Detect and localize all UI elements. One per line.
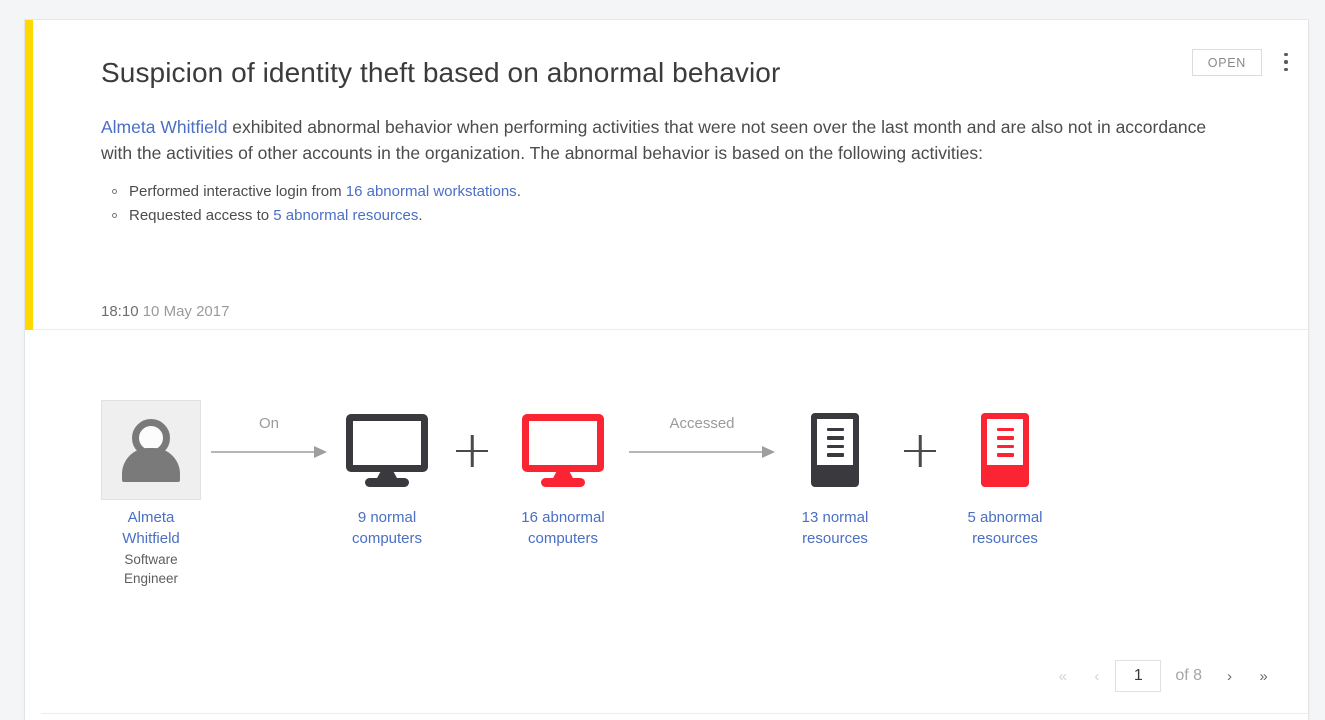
activity-list: Performed interactive login from 16 abno… <box>101 180 1216 228</box>
normal-resources-label-line2[interactable]: resources <box>802 528 868 549</box>
diagram-node-normal-resources[interactable]: 13 normal resources <box>781 399 889 549</box>
diagram-node-normal-computers[interactable]: 9 normal computers <box>333 399 441 549</box>
normal-computers-label-line1[interactable]: 9 normal <box>358 507 416 528</box>
resource-panel <box>817 419 853 465</box>
resource-line <box>827 445 844 449</box>
monitor-base <box>541 478 585 487</box>
connector-accessed-label: Accessed <box>623 415 781 432</box>
abnormal-computers-label-line2[interactable]: computers <box>528 528 598 549</box>
arrow-right-icon <box>629 451 763 453</box>
abnormal-computers-label-line1[interactable]: 16 abnormal <box>521 507 604 528</box>
user-role-label: Software Engineer <box>97 550 205 588</box>
arrow-right-icon <box>211 451 315 453</box>
pagination-page-input[interactable] <box>1115 660 1161 692</box>
diagram-node-abnormal-computers[interactable]: 16 abnormal computers <box>503 399 623 549</box>
kebab-dot <box>1284 60 1288 64</box>
activity-prefix: Requested access to <box>129 207 273 224</box>
pagination: « ‹ of 8 › » <box>1047 660 1278 692</box>
diagram-node-abnormal-resources[interactable]: 5 abnormal resources <box>951 399 1059 549</box>
resource-icon <box>981 413 1029 487</box>
resource-line <box>827 436 844 440</box>
connector-accessed: Accessed <box>623 399 781 501</box>
resource-line <box>997 428 1014 432</box>
normal-resource-graphic <box>811 399 859 501</box>
abnormal-resources-label-line2[interactable]: resources <box>972 528 1038 549</box>
user-name-label[interactable]: Almeta Whitfield <box>97 507 205 549</box>
plus-icon-2 <box>889 399 951 501</box>
connector-on-label: On <box>205 415 333 432</box>
bottom-divider <box>41 713 1308 714</box>
activity-flow: Almeta Whitfield Software Engineer On <box>97 399 1059 588</box>
abnormal-computer-graphic <box>522 399 604 501</box>
resource-line <box>827 428 844 432</box>
diagram-node-user[interactable]: Almeta Whitfield Software Engineer <box>97 399 205 588</box>
header-actions: OPEN <box>1192 48 1296 76</box>
abnormal-resources-label-line1[interactable]: 5 abnormal <box>967 507 1042 528</box>
user-link[interactable]: Almeta Whitfield <box>101 117 227 137</box>
kebab-dot <box>1284 68 1288 72</box>
pagination-next-button[interactable]: › <box>1214 661 1244 691</box>
user-graphic <box>101 399 201 501</box>
activity-suffix: . <box>418 207 422 224</box>
normal-computers-label-line2[interactable]: computers <box>352 528 422 549</box>
resource-icon <box>811 413 859 487</box>
connector-on: On <box>205 399 333 501</box>
resource-panel <box>987 419 1023 465</box>
alert-description-text: exhibited abnormal behavior when perform… <box>101 117 1206 163</box>
timestamp-date: 10 May 2017 <box>143 303 230 320</box>
monitor-icon <box>522 414 604 486</box>
list-item: Requested access to 5 abnormal resources… <box>129 204 1216 228</box>
user-avatar-icon <box>101 400 201 500</box>
monitor-icon <box>346 414 428 486</box>
status-badge[interactable]: OPEN <box>1192 49 1262 76</box>
list-item: Performed interactive login from 16 abno… <box>129 180 1216 204</box>
arrow-head <box>314 446 327 458</box>
severity-accent-bar <box>25 20 33 330</box>
monitor-screen <box>522 414 604 472</box>
plus-icon-1 <box>441 399 503 501</box>
resource-line <box>997 436 1014 440</box>
pagination-first-button[interactable]: « <box>1047 661 1077 691</box>
avatar-body <box>122 448 180 482</box>
abnormal-resources-link[interactable]: 5 abnormal resources <box>273 207 418 224</box>
alert-card: Suspicion of identity theft based on abn… <box>25 20 1308 720</box>
monitor-base <box>365 478 409 487</box>
alert-description: Almeta Whitfield exhibited abnormal beha… <box>101 114 1216 166</box>
alert-timestamp: 18:10 10 May 2017 <box>101 303 229 320</box>
normal-computer-graphic <box>346 399 428 501</box>
activity-prefix: Performed interactive login from <box>129 183 346 200</box>
alert-header-section: Suspicion of identity theft based on abn… <box>33 20 1308 330</box>
page-title: Suspicion of identity theft based on abn… <box>101 53 1288 93</box>
pagination-total-label: of 8 <box>1165 667 1210 685</box>
activity-suffix: . <box>517 183 521 200</box>
kebab-menu-icon[interactable] <box>1276 48 1296 76</box>
monitor-screen <box>346 414 428 472</box>
alert-body: Almeta Whitfield exhibited abnormal beha… <box>101 114 1216 228</box>
timestamp-time: 18:10 <box>101 303 139 320</box>
pagination-last-button[interactable]: » <box>1248 661 1278 691</box>
resource-line <box>997 445 1014 449</box>
pagination-prev-button[interactable]: ‹ <box>1081 661 1111 691</box>
kebab-dot <box>1284 53 1288 57</box>
normal-resources-label-line1[interactable]: 13 normal <box>802 507 869 528</box>
resource-line <box>997 453 1014 457</box>
title-row: Suspicion of identity theft based on abn… <box>101 53 1288 99</box>
resource-line <box>827 453 844 457</box>
activity-diagram-section: Almeta Whitfield Software Engineer On <box>33 331 1308 720</box>
abnormal-resource-graphic <box>981 399 1029 501</box>
abnormal-workstations-link[interactable]: 16 abnormal workstations <box>346 183 517 200</box>
arrow-head <box>762 446 775 458</box>
